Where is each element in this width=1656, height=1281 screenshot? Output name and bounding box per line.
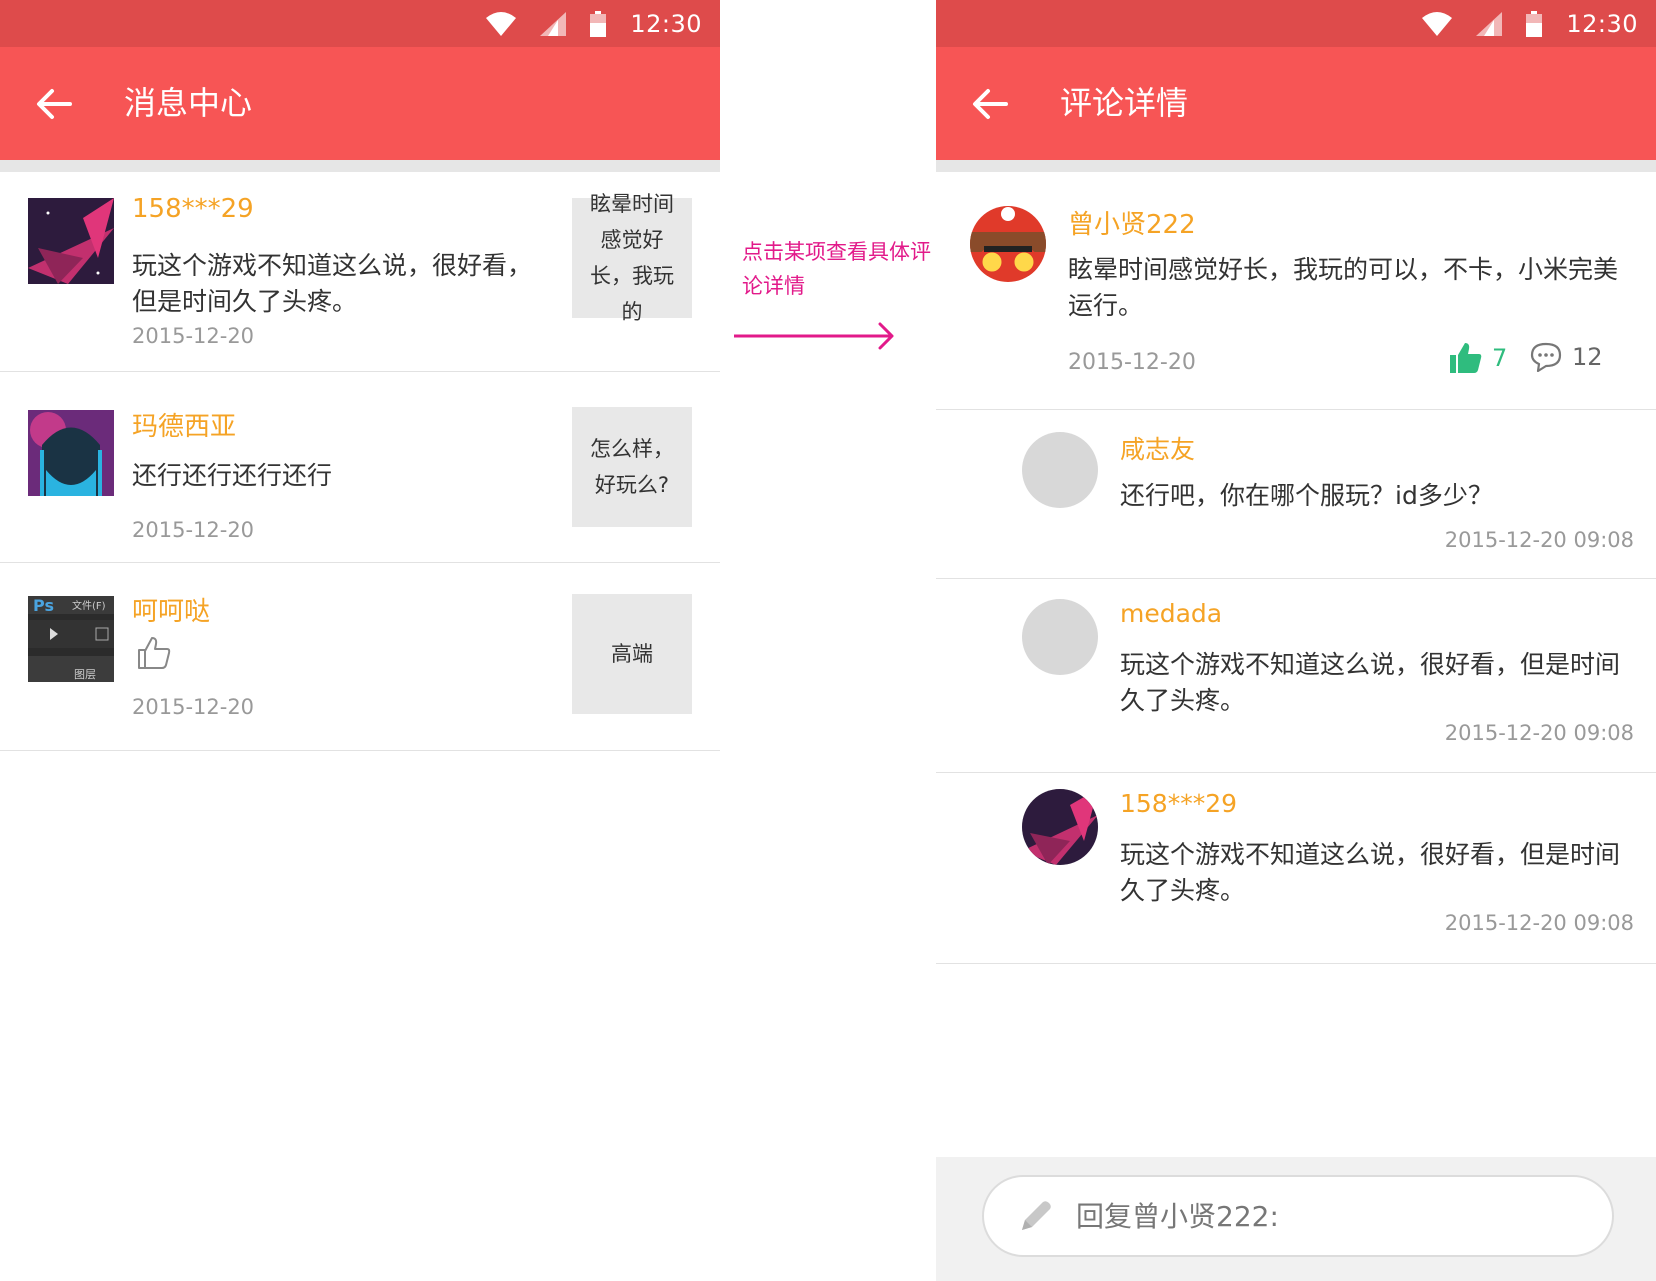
reply-count: 12	[1572, 343, 1603, 371]
reply-date: 2015-12-20 09:08	[1444, 911, 1634, 935]
avatar	[28, 410, 114, 496]
battery-icon	[1526, 10, 1543, 37]
ps-logo-text: Ps	[33, 596, 54, 615]
message-username: 呵呵哒	[132, 597, 211, 627]
reply-item[interactable]: 咸志友 还行吧，你在哪个服玩？id多少？ 2015-12-20 09:08	[936, 410, 1656, 579]
reply-username: 咸志友	[1120, 435, 1196, 464]
message-text: 还行还行还行还行	[132, 461, 333, 490]
quoted-comment: 高端	[572, 594, 692, 714]
message-item[interactable]: 玛德西亚 还行还行还行还行 2015-12-20 怎么样，好玩么?	[0, 372, 720, 563]
comment-text: 眩晕时间感觉好长，我玩的可以，不卡，小米完美运行。	[1068, 255, 1619, 320]
reply-date: 2015-12-20 09:08	[1444, 721, 1634, 745]
like-button[interactable]: 7	[1448, 342, 1507, 374]
battery-icon	[590, 10, 607, 37]
reply-text: 还行吧，你在哪个服玩？id多少？	[1120, 481, 1493, 510]
reply-text: 玩这个游戏不知道这么说，很好看，但是时间久了头疼。	[1120, 650, 1621, 715]
divider	[0, 160, 720, 172]
signal-icon	[1476, 11, 1503, 36]
reply-date: 2015-12-20 09:08	[1444, 528, 1634, 552]
ps-menu-text: 文件(F)	[72, 599, 106, 612]
message-item[interactable]: Ps 文件(F) 图层 呵呵哒 2015-12-20 高端	[0, 563, 720, 751]
wifi-icon	[486, 11, 517, 36]
reply-username: 158***29	[1120, 789, 1238, 818]
divider	[936, 160, 1656, 172]
message-username: 玛德西亚	[132, 412, 237, 442]
quoted-comment-text: 怎么样，好玩么?	[590, 437, 674, 497]
main-comment: 曾小贤222 眩晕时间感觉好长，我玩的可以，不卡，小米完美运行。 2015-12…	[936, 172, 1656, 410]
status-bar: 12:30	[0, 0, 720, 47]
reply-text: 玩这个游戏不知道这么说，很好看，但是时间久了头疼。	[1120, 840, 1621, 905]
quoted-comment: 眩晕时间感觉好长，我玩的	[572, 192, 692, 324]
quoted-comment-text: 高端	[611, 642, 653, 666]
signal-icon	[540, 11, 567, 36]
reply-bar	[936, 1157, 1656, 1281]
back-arrow-icon[interactable]	[34, 84, 74, 124]
comment-username: 曾小贤222	[1068, 210, 1196, 240]
reply-input[interactable]	[1076, 1199, 1596, 1233]
message-date: 2015-12-20	[132, 518, 255, 542]
quoted-comment-text: 眩晕时间感觉好长，我玩的	[590, 192, 674, 324]
message-center-screen: 12:30 消息中心 158***29 玩这个游戏不知道这么说，很好看，但是时间…	[0, 0, 720, 1281]
ps-layers-text: 图层	[74, 668, 96, 681]
status-time: 12:30	[1566, 9, 1638, 38]
arrow-right-icon	[734, 322, 894, 350]
wifi-icon	[1422, 11, 1453, 36]
reply-item[interactable]: 158***29 玩这个游戏不知道这么说，很好看，但是时间久了头疼。 2015-…	[936, 773, 1656, 964]
message-text: 玩这个游戏不知道这么说，很好看，但是时间久了头疼。	[132, 251, 533, 316]
status-bar: 12:30	[936, 0, 1656, 47]
page-title: 消息中心	[124, 84, 253, 122]
message-username: 158***29	[132, 194, 254, 224]
app-bar: 消息中心	[0, 47, 720, 160]
avatar[interactable]	[970, 206, 1046, 282]
status-time: 12:30	[630, 9, 702, 38]
message-date: 2015-12-20	[132, 324, 255, 348]
pencil-icon	[1022, 1201, 1051, 1230]
avatar	[28, 198, 114, 284]
reply-username: medada	[1120, 599, 1223, 628]
annotation-text: 点击某项查看具体评论详情	[742, 240, 931, 298]
app-bar: 评论详情	[936, 47, 1656, 160]
comment-date: 2015-12-20	[1068, 350, 1196, 375]
reply-input-container[interactable]	[982, 1175, 1614, 1257]
back-arrow-icon[interactable]	[970, 84, 1010, 124]
thumbs-up-outline-icon	[138, 637, 171, 669]
avatar	[1022, 599, 1098, 675]
message-item[interactable]: 158***29 玩这个游戏不知道这么说，很好看，但是时间久了头疼。 2015-…	[0, 172, 720, 372]
reply-button[interactable]: 12	[1530, 342, 1603, 372]
annotation: 点击某项查看具体评论详情	[742, 235, 932, 303]
thumbs-up-icon	[1450, 343, 1482, 373]
quoted-comment: 怎么样，好玩么?	[572, 407, 692, 527]
avatar: Ps 文件(F) 图层	[28, 596, 114, 682]
reply-item[interactable]: medada 玩这个游戏不知道这么说，很好看，但是时间久了头疼。 2015-12…	[936, 579, 1656, 773]
avatar	[1022, 789, 1098, 865]
comment-detail-screen: 12:30 评论详情 曾小贤222 眩晕时间感觉好长，我玩的可以，不卡，小米完美…	[936, 0, 1656, 1281]
message-date: 2015-12-20	[132, 695, 255, 719]
page-title: 评论详情	[1060, 84, 1189, 122]
comment-bubble-icon	[1530, 342, 1562, 372]
like-count: 7	[1492, 344, 1508, 372]
avatar	[1022, 432, 1098, 508]
